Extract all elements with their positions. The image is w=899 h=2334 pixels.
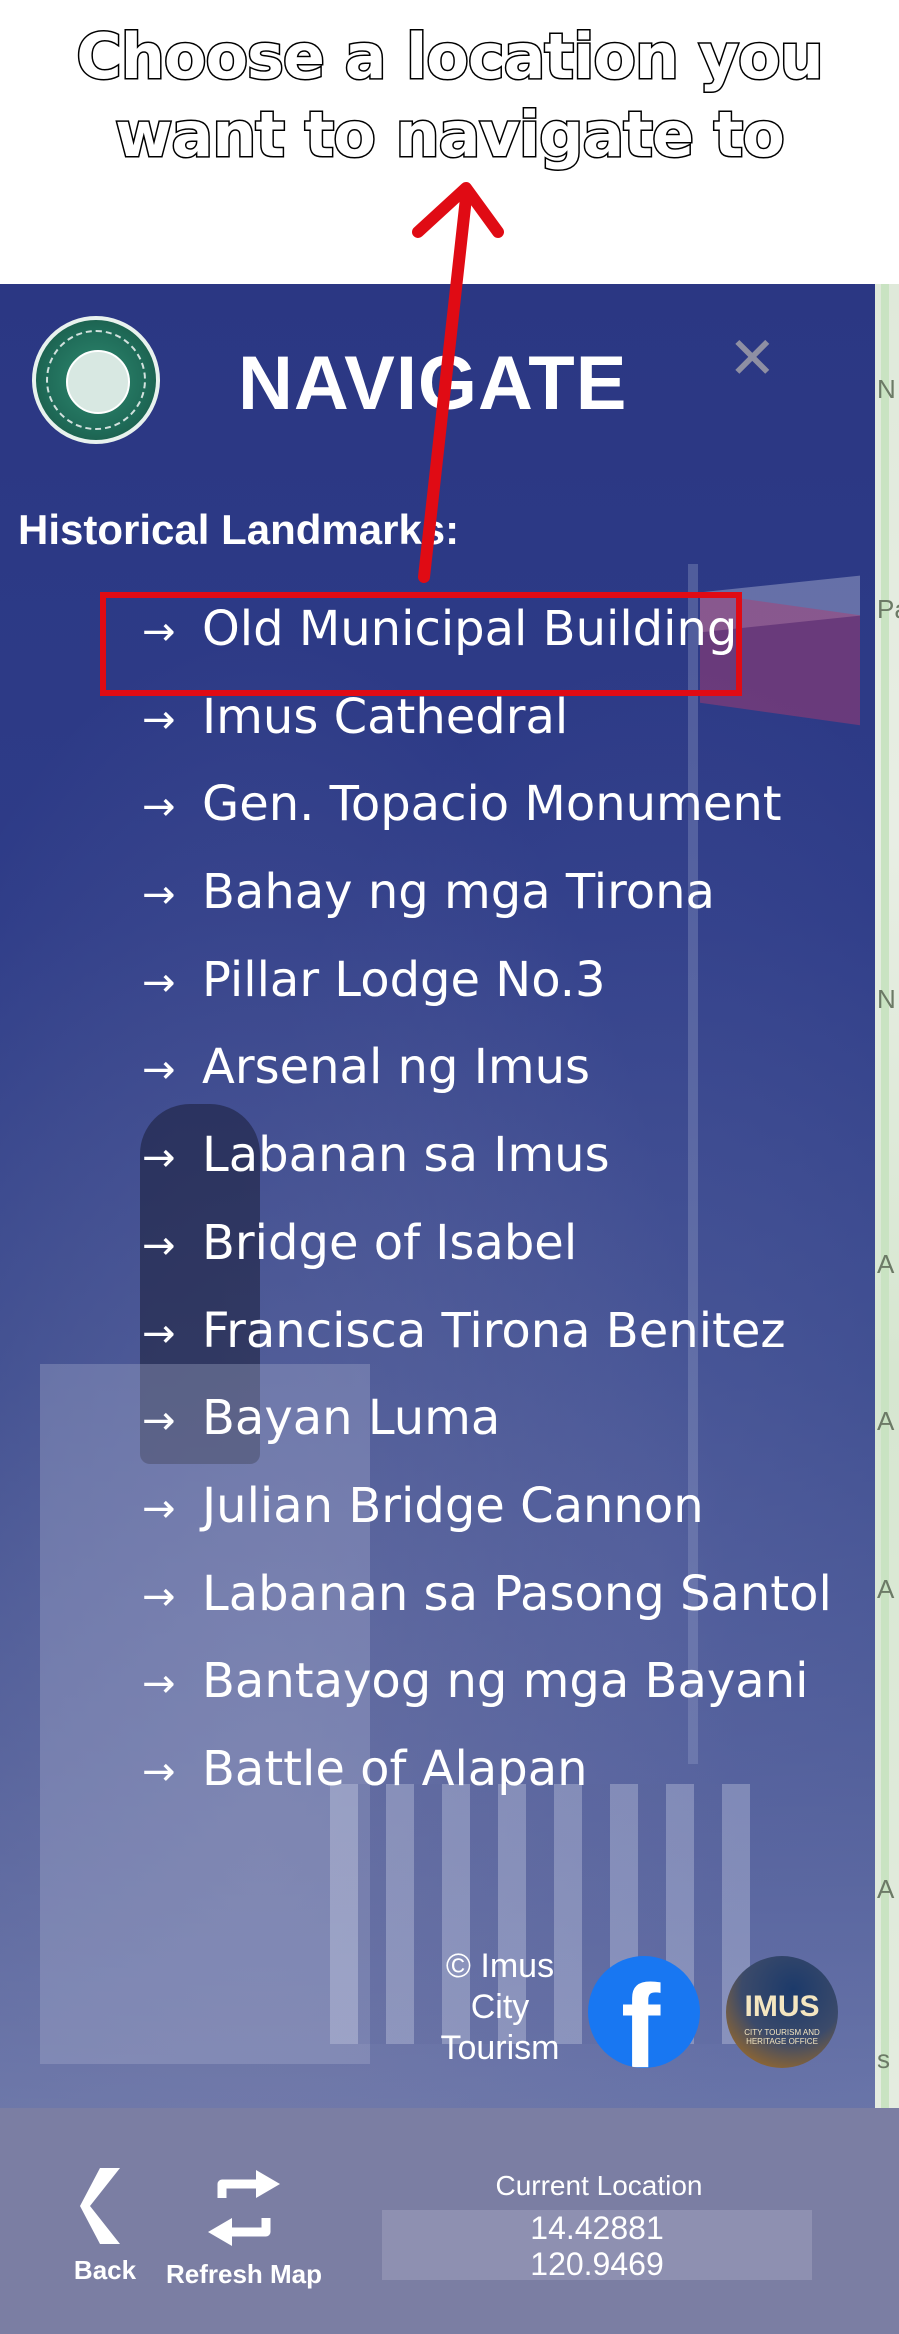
landmark-label: Bantayog ng mga Bayani <box>202 1653 809 1710</box>
landmark-item[interactable]: → Bayan Luma <box>142 1388 832 1476</box>
arrow-right-icon: → <box>142 1573 176 1620</box>
landmark-item[interactable]: → Julian Bridge Cannon <box>142 1476 832 1564</box>
map-label: s <box>877 2044 890 2074</box>
imus-tourism-logo[interactable]: IMUS CITY TOURISM AND HERITAGE OFFICE <box>726 1956 838 2068</box>
landmark-label: Julian Bridge Cannon <box>202 1477 704 1534</box>
map-label: N <box>877 984 896 1014</box>
landmark-item[interactable]: → Labanan sa Imus <box>142 1125 832 1213</box>
copyright-line: City <box>470 1988 530 2026</box>
landmark-item[interactable]: → Bahay ng mga Tirona <box>142 862 832 950</box>
arrow-right-icon: → <box>142 1047 176 1094</box>
map-label: A <box>877 1874 895 1904</box>
arrow-right-icon: → <box>142 872 176 919</box>
landmark-label: Gen. Topacio Monument <box>202 776 782 833</box>
landmark-item[interactable]: → Gen. Topacio Monument <box>142 774 832 862</box>
arrow-right-icon: → <box>142 1661 176 1708</box>
landmark-label: Bayan Luma <box>202 1390 501 1447</box>
imus-logo-subtext: CITY TOURISM AND HERITAGE OFFICE <box>744 2028 820 2046</box>
arrow-right-icon: → <box>142 1485 176 1532</box>
longitude-value: 120.9469 <box>530 2246 664 2282</box>
landmark-label: Arsenal ng Imus <box>202 1039 591 1096</box>
landmark-label: Bahay ng mga Tirona <box>202 864 715 921</box>
landmark-list: → Old Municipal Building → Imus Cathedral … <box>142 599 832 1827</box>
arrow-right-icon: → <box>142 1310 176 1357</box>
map-label: A <box>877 1574 895 1604</box>
landmark-item[interactable]: → Bridge of Isabel <box>142 1213 832 1301</box>
arrow-right-icon: → <box>142 784 176 831</box>
imus-logo-text: IMUS <box>744 1990 820 2023</box>
facebook-glyph: f <box>621 1961 661 2068</box>
annotation-arrow <box>412 182 504 583</box>
landmark-item[interactable]: → Francisca Tirona Benitez <box>142 1301 832 1389</box>
arrow-right-icon: → <box>142 1748 176 1795</box>
arrow-right-icon: → <box>142 1398 176 1445</box>
copyright-line: Tourism <box>440 2029 560 2067</box>
copyright-text: © Imus City Tourism <box>430 1946 570 2069</box>
chevron-left-icon <box>80 2168 120 2244</box>
current-location-readout: 14.42881 120.9469 <box>382 2210 812 2282</box>
bottom-bar: Back Refresh Map Current Location 14.428… <box>0 2108 899 2334</box>
landmark-label: Battle of Alapan <box>202 1740 588 1797</box>
map-label: A <box>877 1406 895 1436</box>
back-label: Back <box>73 2255 137 2285</box>
refresh-icon <box>208 2170 280 2246</box>
facebook-icon[interactable]: f <box>588 1956 700 2068</box>
latitude-value: 14.42881 <box>530 2210 664 2246</box>
current-location-title: Current Location <box>495 2170 703 2201</box>
arrow-right-icon: → <box>142 1135 176 1182</box>
copyright-line: © Imus <box>445 1947 555 1985</box>
refresh-label: Refresh Map <box>165 2259 323 2289</box>
landmark-label: Labanan sa Imus <box>202 1127 610 1184</box>
landmark-label: Pillar Lodge No.3 <box>202 951 606 1008</box>
arrow-right-icon: → <box>142 959 176 1006</box>
map-label: A <box>877 1249 895 1279</box>
landmark-item[interactable]: → Pillar Lodge No.3 <box>142 950 832 1038</box>
landmark-label: Labanan sa Pasong Santol <box>202 1565 832 1622</box>
landmark-label: Francisca Tirona Benitez <box>202 1302 786 1359</box>
landmark-item[interactable]: → Battle of Alapan <box>142 1739 832 1827</box>
landmark-item[interactable]: → Arsenal ng Imus <box>142 1037 832 1125</box>
refresh-map-button[interactable]: Refresh Map <box>160 2168 328 2290</box>
landmark-label: Bridge of Isabel <box>202 1214 578 1271</box>
back-button[interactable]: Back <box>60 2168 150 2286</box>
arrow-right-icon: → <box>142 1222 176 1269</box>
landmark-item[interactable]: → Bantayog ng mga Bayani <box>142 1651 832 1739</box>
landmark-item[interactable]: → Labanan sa Pasong Santol <box>142 1564 832 1652</box>
